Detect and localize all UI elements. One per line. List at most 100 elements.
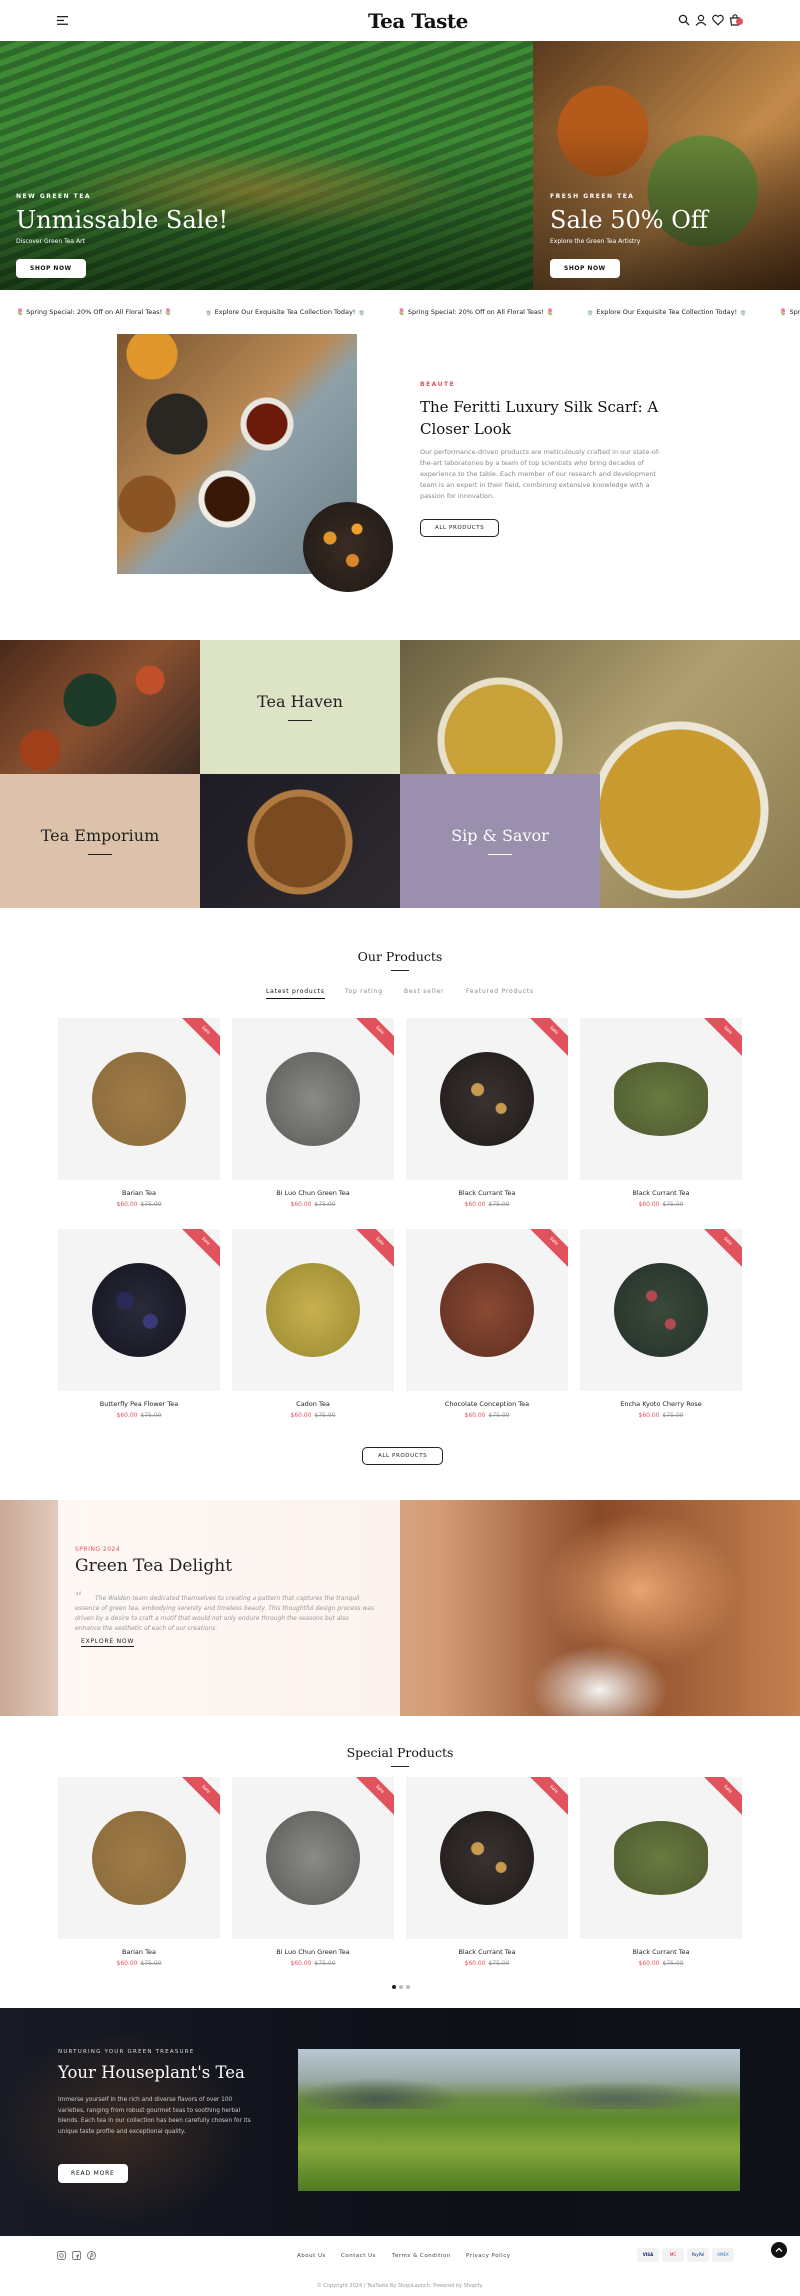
product-image[interactable] [92, 1811, 186, 1905]
wishlist-icon[interactable] [712, 14, 724, 26]
product-card[interactable]: Sale Cadon Tea $60.00 $75.00 [232, 1229, 394, 1419]
menu-icon[interactable] [57, 16, 68, 25]
tab-latest-products[interactable]: Latest products [266, 988, 325, 999]
autumn-tea-image[interactable] [0, 640, 200, 774]
shop-now-button[interactable]: SHOP NOW [16, 259, 86, 278]
hero-banner-50-off[interactable]: FRESH GREEN TEA Sale 50% Off Explore the… [533, 41, 800, 290]
product-old-price: $75.00 [140, 1201, 162, 1208]
footer-link-privacy[interactable]: Privacy Policy [466, 2253, 510, 2259]
marquee-item: 🍵 Explore Our Exquisite Tea Collection T… [204, 308, 366, 316]
all-products-button[interactable]: ALL PRODUCTS [420, 519, 500, 537]
product-name[interactable]: Barian Tea [58, 1948, 220, 1956]
marquee-item: 🌷 Spring Special: 20% Off on All Floral … [397, 308, 555, 316]
search-icon[interactable] [678, 14, 690, 26]
all-products-button[interactable]: ALL PRODUCTS [362, 1447, 444, 1465]
sale-badge: Sale [526, 1229, 568, 1269]
product-old-price: $75.00 [488, 1960, 510, 1967]
tea-bowl-image[interactable] [200, 774, 400, 908]
product-image[interactable] [440, 1263, 534, 1357]
product-name[interactable]: Chocolate Conception Tea [406, 1400, 568, 1408]
product-card[interactable]: Sale Black Currant Tea $60.00 $75.00 [580, 1777, 742, 1967]
product-image[interactable] [614, 1263, 708, 1357]
product-image[interactable] [266, 1052, 360, 1146]
our-products-title: Our Products [357, 949, 443, 964]
page: Tea Taste NEW GREEN TEA Unmissable Sale!… [0, 0, 800, 2296]
tea-haven-tile[interactable]: Tea Haven [200, 640, 400, 774]
pinterest-icon[interactable] [87, 2251, 96, 2260]
product-card[interactable]: Sale Black Currant Tea $60.00 $75.00 [406, 1777, 568, 1967]
carousel-dot[interactable] [399, 1985, 403, 1989]
product-card[interactable]: Sale Chocolate Conception Tea $60.00 $75.… [406, 1229, 568, 1419]
product-old-price: $75.00 [314, 1201, 336, 1208]
hero-title: Sale 50% Off [550, 206, 708, 234]
carousel-dot-active[interactable] [392, 1985, 396, 1989]
shop-now-button[interactable]: SHOP NOW [550, 259, 620, 278]
product-image[interactable] [614, 1821, 708, 1895]
facebook-icon[interactable] [72, 2251, 81, 2260]
title-underline [288, 720, 312, 721]
product-old-price: $75.00 [488, 1201, 510, 1208]
product-old-price: $75.00 [662, 1412, 684, 1419]
product-image[interactable] [92, 1263, 186, 1357]
tab-best-seller[interactable]: Best seller [404, 988, 444, 995]
tea-emporium-tile[interactable]: Tea Emporium [0, 774, 200, 908]
sip-savor-tile[interactable]: Sip & Savor [400, 774, 600, 908]
product-image[interactable] [92, 1052, 186, 1146]
product-card[interactable]: Sale Bi Luo Chun Green Tea $60.00 $75.00 [232, 1018, 394, 1208]
hero-subtitle: Discover Green Tea Art [16, 238, 85, 245]
product-card[interactable]: Sale Barian Tea $60.00 $75.00 [58, 1777, 220, 1967]
product-image[interactable] [266, 1811, 360, 1905]
product-card[interactable]: Sale Butterfly Pea Flower Tea $60.00 $75.… [58, 1229, 220, 1419]
product-price: $60.00 [290, 1960, 312, 1967]
product-name[interactable]: Cadon Tea [232, 1400, 394, 1408]
product-name[interactable]: Black Currant Tea [580, 1948, 742, 1956]
tab-top-rating[interactable]: Top rating [345, 988, 383, 995]
title-underline [391, 970, 409, 971]
product-card[interactable]: Sale Black Currant Tea $60.00 $75.00 [406, 1018, 568, 1208]
product-image[interactable] [440, 1811, 534, 1905]
tea-plantation-image [298, 2049, 740, 2191]
product-name[interactable]: Black Currant Tea [406, 1948, 568, 1956]
sale-badge: Sale [178, 1018, 220, 1058]
product-name[interactable]: Bi Luo Chun Green Tea [232, 1948, 394, 1956]
product-name[interactable]: Butterfly Pea Flower Tea [58, 1400, 220, 1408]
product-name[interactable]: Black Currant Tea [580, 1189, 742, 1197]
sale-badge: Sale [178, 1229, 220, 1269]
title-underline [391, 1766, 409, 1767]
hero-banner-sale[interactable]: NEW GREEN TEA Unmissable Sale! Discover … [0, 41, 533, 290]
instagram-icon[interactable] [57, 2251, 66, 2260]
houseplant-title: Your Houseplant's Tea [58, 2063, 245, 2082]
announcement-marquee: 🌷 Spring Special: 20% Off on All Floral … [0, 301, 800, 323]
account-icon[interactable] [695, 14, 707, 26]
product-name[interactable]: Encha Kyoto Cherry Rose [580, 1400, 742, 1408]
carousel-dot[interactable] [406, 1985, 410, 1989]
back-to-top-icon[interactable] [771, 2242, 787, 2258]
explore-now-link[interactable]: EXPLORE NOW [81, 1638, 135, 1647]
site-logo[interactable]: Tea Taste [368, 9, 468, 33]
sale-badge: Sale [352, 1777, 394, 1817]
sip-savor-title: Sip & Savor [451, 826, 549, 845]
product-name[interactable]: Black Currant Tea [406, 1189, 568, 1197]
product-old-price: $75.00 [140, 1412, 162, 1419]
product-image[interactable] [614, 1062, 708, 1136]
product-name[interactable]: Bi Luo Chun Green Tea [232, 1189, 394, 1197]
product-image[interactable] [440, 1052, 534, 1146]
footer-link-about-us[interactable]: About Us [297, 2253, 326, 2259]
footer-link-terms[interactable]: Terms & Condition [392, 2253, 451, 2259]
product-card[interactable]: Sale Encha Kyoto Cherry Rose $60.00 $75.0… [580, 1229, 742, 1419]
sale-badge: Sale [526, 1018, 568, 1058]
visa-icon: VISA [637, 2248, 659, 2262]
product-name[interactable]: Barian Tea [58, 1189, 220, 1197]
product-card[interactable]: Sale Barian Tea $60.00 $75.00 [58, 1018, 220, 1208]
green-tea-quote: The Walden team dedicated themselves to … [75, 1595, 375, 1632]
amex-icon: AMEX [712, 2248, 734, 2262]
marquee-item: 🍵 Explore Our Exquisite Tea Collection T… [586, 308, 748, 316]
product-card[interactable]: Sale Black Currant Tea $60.00 $75.00 [580, 1018, 742, 1208]
read-more-button[interactable]: READ MORE [58, 2164, 128, 2183]
footer-link-contact-us[interactable]: Contact Us [341, 2253, 376, 2259]
product-image[interactable] [266, 1263, 360, 1357]
tab-featured-products[interactable]: Featured Products [466, 988, 534, 995]
product-card[interactable]: Sale Bi Luo Chun Green Tea $60.00 $75.00 [232, 1777, 394, 1967]
sale-badge: Sale [526, 1777, 568, 1817]
product-old-price: $75.00 [662, 1201, 684, 1208]
